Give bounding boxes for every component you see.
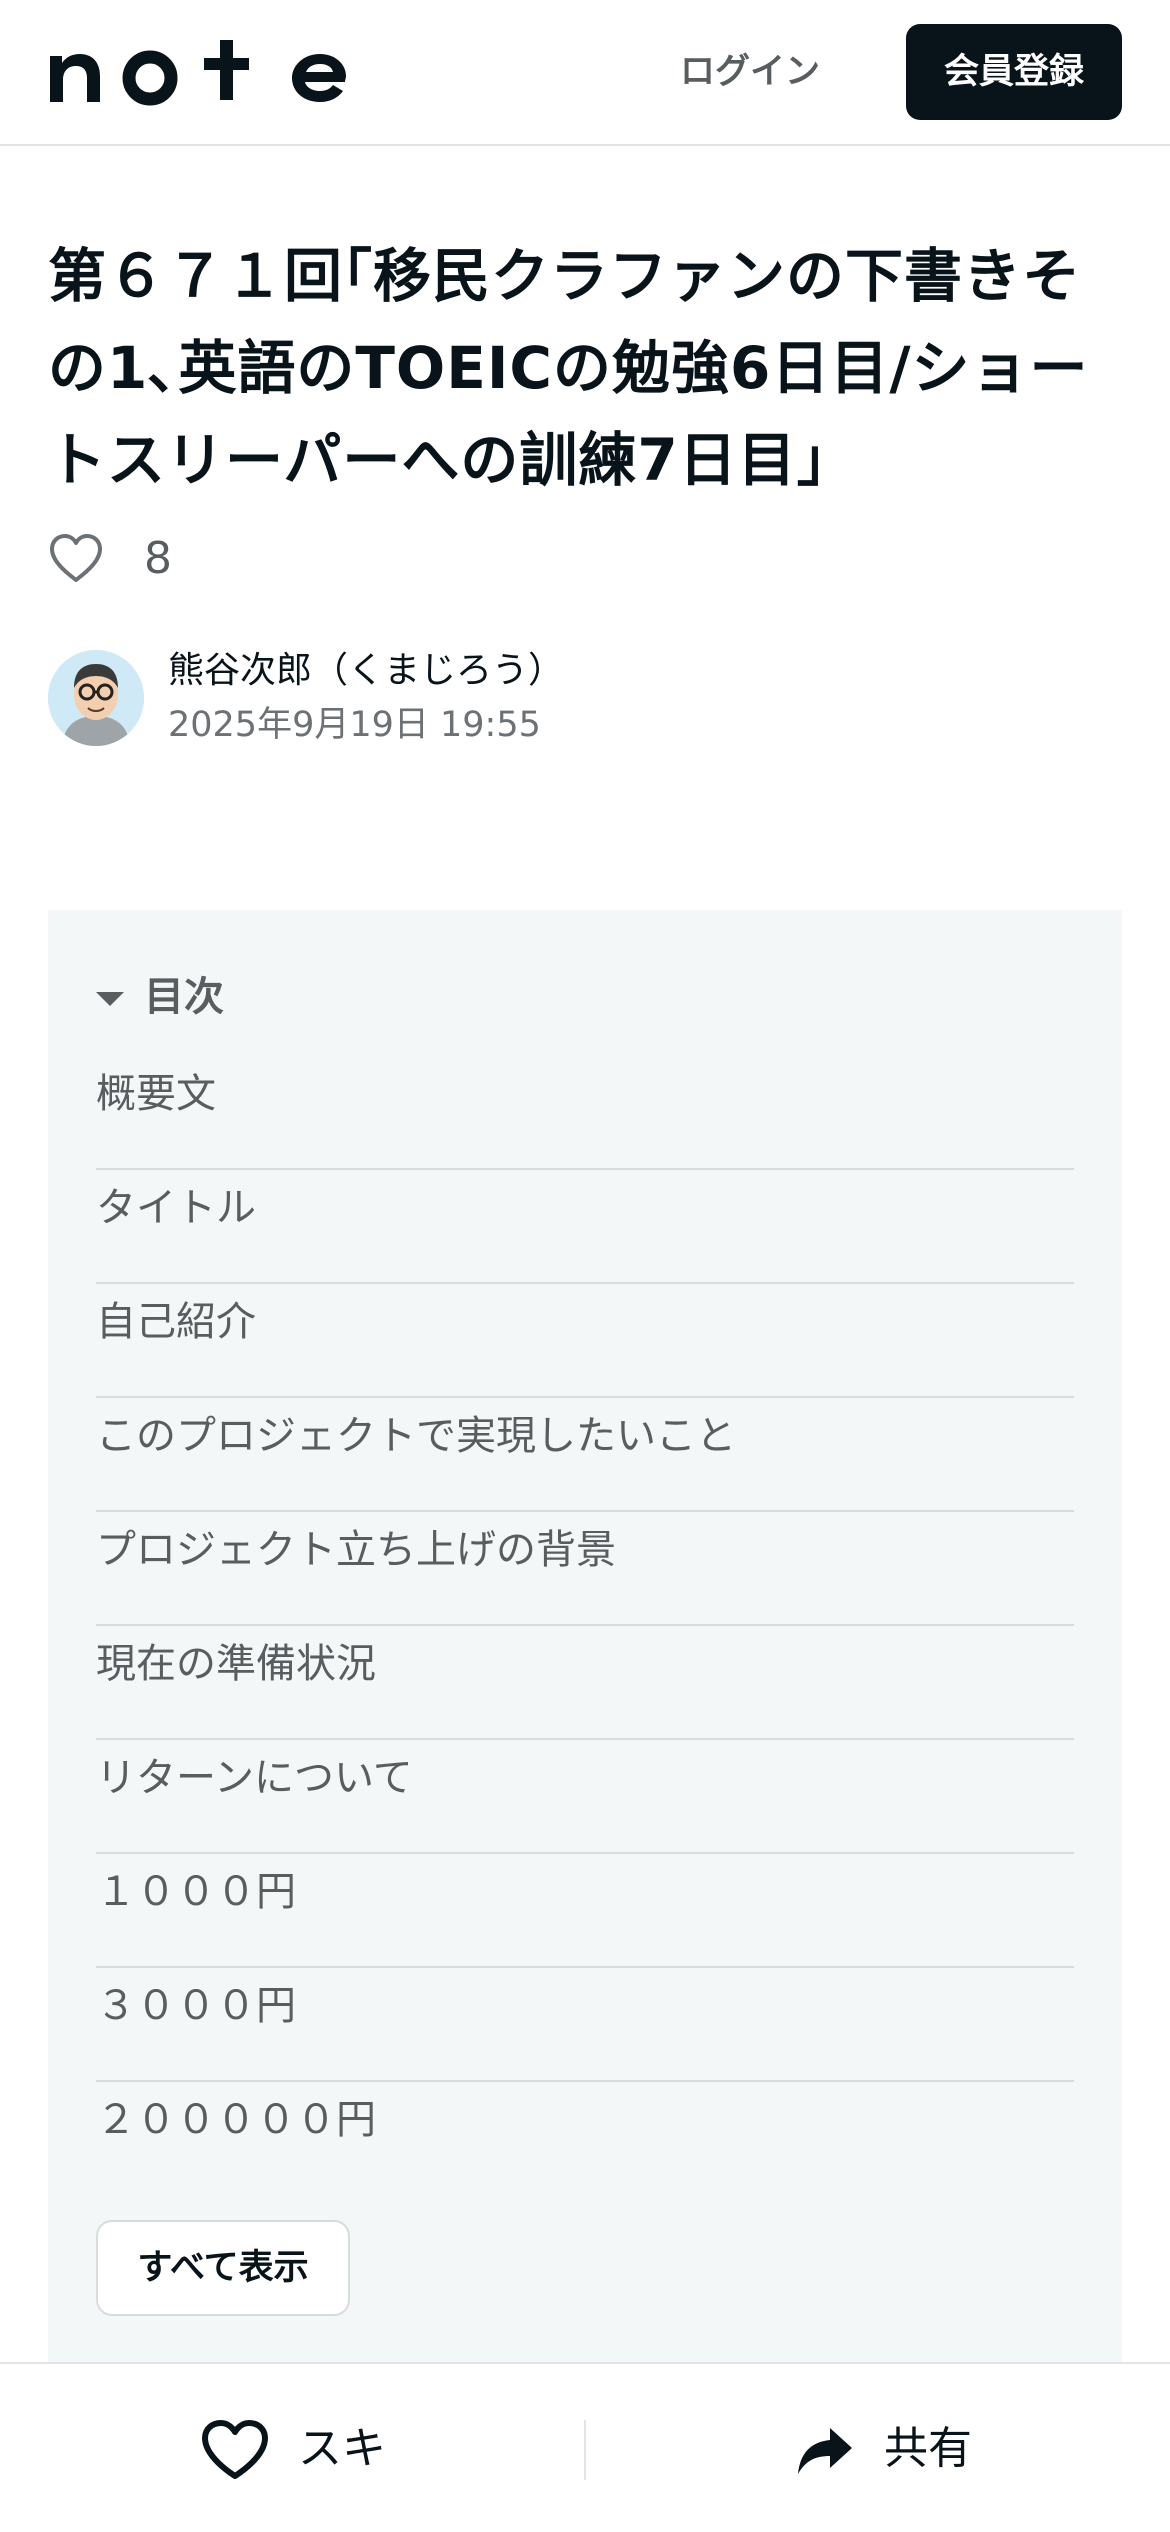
toc-item-label: タイトル: [96, 1185, 256, 1231]
author-info[interactable]: 熊谷次郎（くまじろう） 2025年9月19日 19:55: [48, 646, 748, 746]
post-date: 2025年9月19日 19:55: [168, 705, 541, 745]
divider: [584, 2420, 586, 2480]
show-all-button[interactable]: すべて表示: [96, 2220, 350, 2316]
heart-icon[interactable]: [48, 532, 104, 584]
avatar-illustration: [48, 650, 144, 746]
note-logo[interactable]: [48, 36, 348, 108]
toc-toggle[interactable]: 目次: [96, 962, 496, 1032]
article-title: 第６７１回｢移民クラファンの下書きその1､英語のTOEICの勉強6日目/ショート…: [48, 242, 1089, 494]
table-of-contents: 目次 概要文 タイトル 自己紹介 このプロジェクトで実現したいこと プロジェクト…: [48, 910, 1122, 2390]
login-link[interactable]: ログイン: [650, 42, 850, 102]
caret-down-icon: [96, 992, 124, 1006]
toc-item-label: １０００円: [96, 1869, 296, 1915]
signup-button[interactable]: 会員登録: [906, 24, 1122, 120]
like-count: 8: [144, 533, 172, 584]
author-avatar[interactable]: [48, 650, 144, 746]
heart-icon: [202, 2420, 268, 2479]
toc-item[interactable]: 概要文: [96, 1056, 1074, 1170]
author-name[interactable]: 熊谷次郎（くまじろう）: [168, 646, 564, 696]
toc-item-label: 現在の準備状況: [96, 1641, 376, 1687]
toc-item[interactable]: タイトル: [96, 1170, 1074, 1284]
toc-list: 概要文 タイトル 自己紹介 このプロジェクトで実現したいこと プロジェクト立ち上…: [96, 1056, 1074, 2196]
toc-item[interactable]: ２０００００円: [96, 2082, 1074, 2196]
toc-item-label: プロジェクト立ち上げの背景: [96, 1527, 616, 1573]
toc-item-label: 自己紹介: [96, 1299, 256, 1345]
bottom-action-bar: スキ 共有: [0, 2362, 1170, 2532]
site-header: ログイン 会員登録: [0, 0, 1170, 146]
toc-title: 目次: [144, 974, 224, 1020]
share-label: 共有: [884, 2423, 972, 2474]
like-summary: 8: [48, 524, 348, 594]
share-arrow-icon: [798, 2428, 852, 2474]
toc-item-label: ３０００円: [96, 1983, 296, 2029]
toc-item-label: 概要文: [96, 1071, 216, 1117]
toc-item[interactable]: 現在の準備状況: [96, 1626, 1074, 1740]
toc-item[interactable]: リターンについて: [96, 1740, 1074, 1854]
toc-item-label: ２０００００円: [96, 2097, 376, 2143]
toc-item[interactable]: １０００円: [96, 1854, 1074, 1968]
toc-item[interactable]: ３０００円: [96, 1968, 1074, 2082]
toc-item[interactable]: プロジェクト立ち上げの背景: [96, 1512, 1074, 1626]
toc-item-label: このプロジェクトで実現したいこと: [96, 1413, 736, 1459]
toc-item[interactable]: このプロジェクトで実現したいこと: [96, 1398, 1074, 1512]
toc-item[interactable]: 自己紹介: [96, 1284, 1074, 1398]
toc-item-label: リターンについて: [96, 1755, 413, 1801]
like-label: スキ: [298, 2423, 386, 2474]
like-button[interactable]: スキ: [200, 2414, 440, 2494]
share-button[interactable]: 共有: [796, 2414, 1036, 2494]
